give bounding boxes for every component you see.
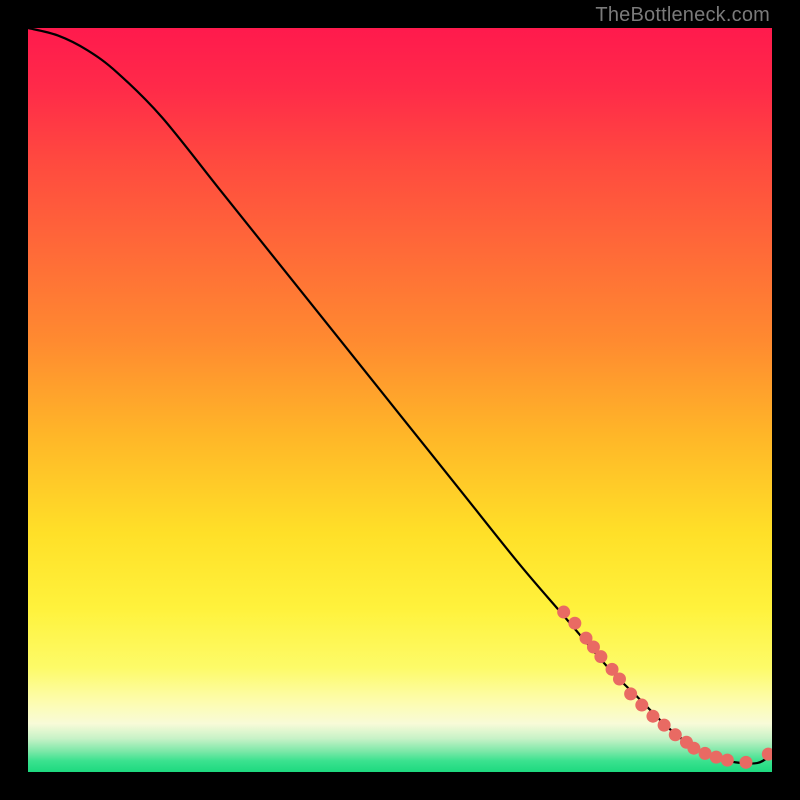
chart-frame bbox=[28, 28, 772, 772]
highlight-marker bbox=[739, 756, 752, 769]
highlight-marker bbox=[557, 606, 570, 619]
highlight-marker bbox=[635, 699, 648, 712]
chart-background bbox=[28, 28, 772, 772]
highlight-marker bbox=[646, 710, 659, 723]
highlight-marker bbox=[710, 751, 723, 764]
attribution-label: TheBottleneck.com bbox=[595, 4, 770, 27]
highlight-marker bbox=[699, 747, 712, 760]
highlight-marker bbox=[613, 673, 626, 686]
highlight-marker bbox=[687, 742, 700, 755]
bottleneck-chart bbox=[28, 28, 772, 772]
highlight-marker bbox=[624, 687, 637, 700]
highlight-marker bbox=[658, 719, 671, 732]
highlight-marker bbox=[669, 728, 682, 741]
highlight-marker bbox=[721, 754, 734, 767]
highlight-marker bbox=[568, 617, 581, 630]
highlight-marker bbox=[594, 650, 607, 663]
